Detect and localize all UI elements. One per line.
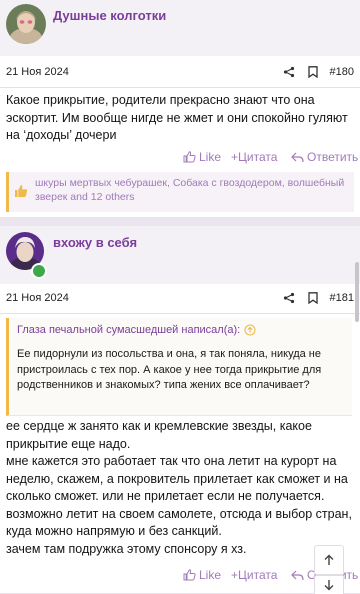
post-paragraph: зачем там подружка этому спонсору я хз. [6,541,247,556]
like-button[interactable]: Like [183,568,221,582]
reply-button[interactable]: Ответить [291,150,358,164]
reply-icon [291,152,304,162]
like-icon [183,151,196,163]
quote-block: Глаза печальной сумасшедшей написал(а): … [6,318,352,416]
reaction-like-icon [14,184,28,203]
post-meta: 21 Ноя 2024 #180 [0,59,360,88]
post-paragraph: ее сердце ж занято как и кремлевские зве… [6,419,312,451]
scroll-to-top-button[interactable] [314,545,344,575]
author-name[interactable]: вхожу в себя [53,235,137,250]
avatar[interactable] [6,4,46,44]
like-label: Like [199,150,222,164]
post-actions: Like +Цитата Ответить [0,568,360,586]
reply-label: Ответить [307,150,359,164]
post-paragraph: мне кажется это работает так что она лет… [6,454,352,538]
author-name[interactable]: Душные колготки [53,8,166,23]
online-icon [31,263,47,279]
like-icon [183,569,196,581]
quote-button[interactable]: +Цитата [231,568,277,582]
author-bar: Душные колготки [0,0,360,56]
reply-icon [291,570,304,580]
post-text: ее сердце ж занято как и кремлевские зве… [6,418,352,558]
quote-author: Глаза печальной сумасшедшей написал(а): [17,324,241,336]
post-date[interactable]: 21 Ноя 2024 [6,292,69,304]
reactions-bar[interactable]: шкуры мертвых чебурашек, Собака с гвоздо… [6,172,354,212]
share-icon[interactable] [282,64,296,80]
post-number[interactable]: #181 [330,292,354,304]
quote-header[interactable]: Глаза печальной сумасшедшей написал(а): [17,324,256,336]
quote-arrow-up-icon [244,324,256,336]
scroll-up-icon [324,554,334,565]
quote-text: Ее пидорнули из посольства и она, я так … [17,348,322,391]
bookmark-icon[interactable] [306,290,320,306]
bookmark-icon[interactable] [306,64,320,80]
post-actions: Like +Цитата Ответить [0,150,360,168]
post-181: вхожу в себя 21 Ноя 2024 #181 Глаза печа… [0,226,360,593]
post-number[interactable]: #180 [330,66,354,78]
scroll-to-bottom-button[interactable] [314,575,344,594]
like-label: Like [199,568,222,582]
post-meta: 21 Ноя 2024 #181 [0,285,360,314]
scroll-down-icon [324,580,334,591]
like-button[interactable]: Like [183,150,221,164]
quote-button[interactable]: +Цитата [231,150,277,164]
author-bar: вхожу в себя [0,226,360,284]
scrollbar-thumb[interactable] [355,262,359,322]
post-180: Душные колготки 21 Ноя 2024 #180 Какое п… [0,0,360,217]
post-date[interactable]: 21 Ноя 2024 [6,66,69,78]
reactions-text: шкуры мертвых чебурашек, Собака с гвоздо… [35,177,345,203]
post-text: Какое прикрытие, родители прекрасно знаю… [6,93,348,142]
share-icon[interactable] [282,290,296,306]
